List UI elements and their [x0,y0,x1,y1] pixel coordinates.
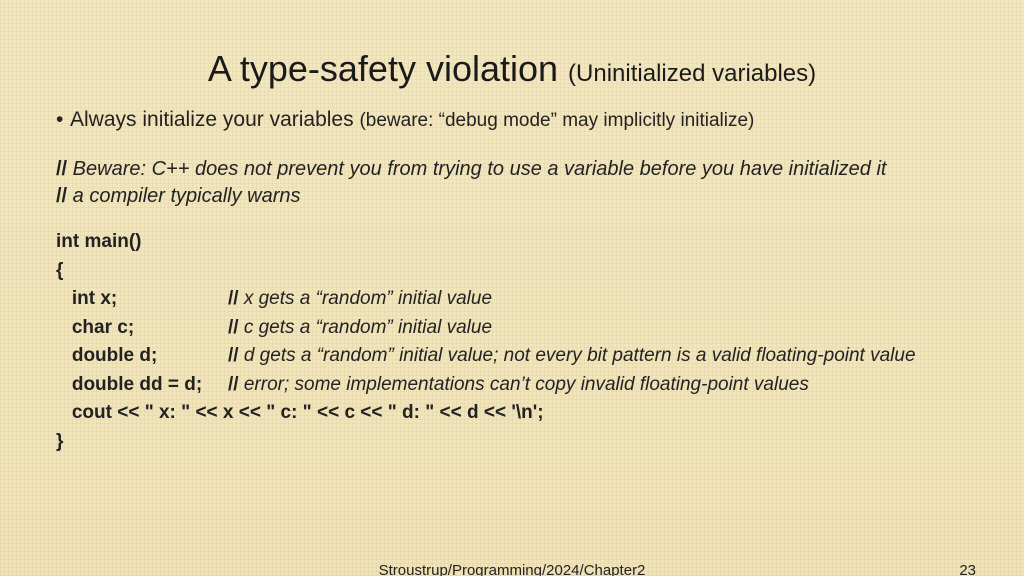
bullet-row: •Always initialize your variables (bewar… [56,108,968,132]
bullet-note: (beware: “debug mode” may implicitly ini… [359,110,754,131]
comment-slashes: // [228,288,239,309]
slide-title: A type-safety violation (Uninitialized v… [56,0,968,90]
code-decl: char c; [56,314,228,343]
comment-slashes: // [56,185,67,207]
comment-slashes: // [228,374,239,395]
code-int-x: int x;// x gets a “random” initial value [56,285,968,314]
warn-text-1: Beware: C++ does not prevent you from tr… [67,158,886,180]
footer-center: Stroustrup/Programming/2024/Chapter2 [0,562,1024,576]
bullet-lead: Always initialize your variables [70,108,359,131]
code-decl: int x; [56,285,228,314]
warn-text-2: a compiler typically warns [67,185,300,207]
code-decl: double d; [56,342,228,371]
page-number: 23 [959,562,976,576]
comment-slashes: // [228,345,239,366]
bullet-list: •Always initialize your variables (bewar… [56,108,968,132]
code-comment: x gets a “random” initial value [239,288,492,309]
comment-slashes: // [56,158,67,180]
code-open-brace: { [56,257,968,286]
code-decl: double dd = d; [56,371,228,400]
code-cout: cout << " x: " << x << " c: " << c << " … [56,399,968,428]
code-char-c: char c;// c gets a “random” initial valu… [56,314,968,343]
warn-line-1: // Beware: C++ does not prevent you from… [56,158,968,181]
bullet-dot: • [56,108,70,132]
code-comment: c gets a “random” initial value [239,317,492,338]
code-comment: error; some implementations can’t copy i… [239,374,809,395]
code-comment: d gets a “random” initial value; not eve… [239,345,916,366]
warn-line-2: // a compiler typically warns [56,185,968,208]
warning-block: // Beware: C++ does not prevent you from… [56,158,968,208]
comment-slashes: // [228,317,239,338]
code-main-decl: int main() [56,228,968,257]
slide: A type-safety violation (Uninitialized v… [0,0,1024,576]
code-double-dd: double dd = d;// error; some implementat… [56,371,968,400]
code-close-brace: } [56,428,968,457]
title-main: A type-safety violation [208,48,568,89]
title-sub: (Uninitialized variables) [568,60,816,87]
code-block: int main() { int x;// x gets a “random” … [56,228,968,456]
code-double-d: double d;// d gets a “random” initial va… [56,342,968,371]
